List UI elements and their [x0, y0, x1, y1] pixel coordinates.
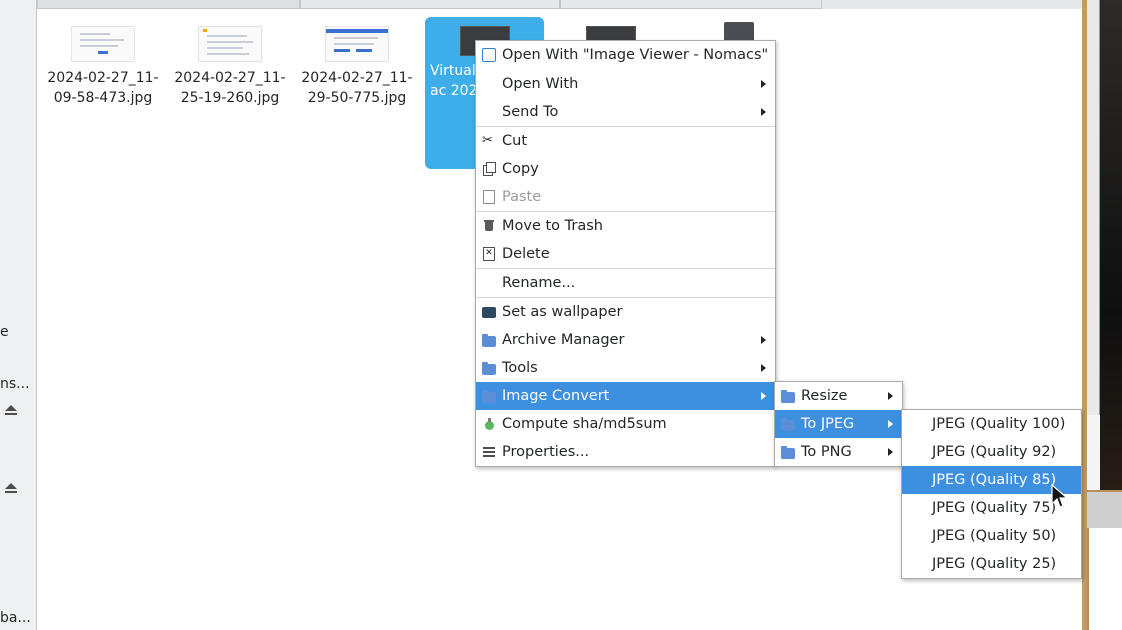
image-thumbnail — [325, 26, 389, 62]
menu-item-set-as-wallpaper[interactable]: Set as wallpaper — [476, 298, 775, 326]
menu-item-label: Paste — [502, 189, 542, 205]
menu-item-label: To JPEG — [801, 416, 855, 432]
menu-item-label: JPEG (Quality 85) — [932, 472, 1057, 488]
image-convert-submenu: Resize To JPEG To PNG — [774, 381, 903, 467]
menu-item-jpeg-quality-92[interactable]: JPEG (Quality 92) — [902, 438, 1081, 466]
menu-item-label: Tools — [502, 360, 538, 376]
menu-item-send-to[interactable]: Send To — [476, 98, 775, 126]
menu-item-compute-checksum[interactable]: Compute sha/md5sum — [476, 410, 775, 438]
file-name: 2024-02-27_11-09-58-473.jpg — [47, 70, 159, 106]
submenu-arrow-icon — [761, 108, 766, 116]
wallpaper-icon — [482, 307, 496, 318]
menu-item-copy[interactable]: Copy — [476, 155, 775, 183]
menu-item-jpeg-quality-25[interactable]: JPEG (Quality 25) — [902, 550, 1081, 578]
tab-bar — [37, 0, 1083, 9]
sidebar-item-label[interactable]: ba... — [0, 610, 31, 626]
folder-icon — [781, 390, 795, 403]
folder-icon — [482, 362, 496, 375]
menu-item-open-with[interactable]: Open With — [476, 70, 775, 98]
menu-item-label: Delete — [502, 246, 550, 262]
menu-item-label: Open With "Image Viewer - Nomacs" — [502, 47, 769, 63]
background-window — [1087, 0, 1101, 415]
menu-item-label: To PNG — [801, 444, 852, 460]
menu-item-label: Send To — [502, 104, 559, 120]
file-item[interactable]: 2024-02-27_11-29-50-775.jpg — [298, 26, 416, 108]
eject-icon[interactable] — [5, 405, 17, 416]
menu-item-label: Resize — [801, 388, 848, 404]
eject-icon[interactable] — [5, 483, 17, 494]
menu-item-image-convert[interactable]: Image Convert — [476, 382, 775, 410]
folder-icon — [781, 446, 795, 459]
mouse-cursor-icon — [1051, 484, 1069, 508]
tab[interactable] — [37, 0, 300, 9]
folder-icon — [482, 334, 496, 347]
submenu-arrow-icon — [888, 448, 893, 456]
sidebar-item-label[interactable]: e — [0, 324, 9, 340]
menu-item-label: Open With — [502, 76, 579, 92]
places-sidebar: e ns... ba... — [0, 0, 37, 630]
menu-item-paste[interactable]: Paste — [476, 183, 775, 211]
image-thumbnail — [71, 26, 135, 62]
delete-icon: ✕ — [483, 247, 495, 261]
menu-item-label: JPEG (Quality 75) — [932, 500, 1057, 516]
sidebar-item-label[interactable]: ns... — [0, 376, 30, 392]
menu-item-label: Archive Manager — [502, 332, 625, 348]
menu-item-label: JPEG (Quality 92) — [932, 444, 1057, 460]
menu-item-label: Properties... — [502, 444, 590, 460]
properties-icon — [482, 445, 496, 459]
copy-icon — [482, 162, 496, 176]
checksum-icon — [482, 417, 496, 431]
submenu-arrow-icon — [888, 420, 893, 428]
wallpaper — [1100, 0, 1122, 520]
menu-item-rename[interactable]: Rename... — [476, 269, 775, 297]
file-name: 2024-02-27_11-25-19-260.jpg — [174, 70, 286, 106]
submenu-arrow-icon — [761, 392, 766, 400]
image-thumbnail — [198, 26, 262, 62]
menu-item-move-to-trash[interactable]: Move to Trash — [476, 212, 775, 240]
nomacs-icon — [482, 48, 496, 62]
menu-item-label: Image Convert — [502, 388, 610, 404]
folder-icon — [482, 390, 496, 403]
menu-item-label: Copy — [502, 161, 539, 177]
scissors-icon: ✂ — [482, 133, 493, 148]
tab[interactable] — [560, 0, 822, 9]
menu-item-to-png[interactable]: To PNG — [775, 438, 902, 466]
menu-item-label: Rename... — [502, 275, 576, 291]
paste-icon — [483, 190, 495, 204]
menu-item-label: Set as wallpaper — [502, 304, 623, 320]
trash-icon — [482, 219, 496, 233]
menu-item-label: JPEG (Quality 50) — [932, 528, 1057, 544]
file-name: 2024-02-27_11-29-50-775.jpg — [301, 70, 413, 106]
menu-item-to-jpeg[interactable]: To JPEG — [775, 410, 902, 438]
menu-item-tools[interactable]: Tools — [476, 354, 775, 382]
menu-item-jpeg-quality-100[interactable]: JPEG (Quality 100) — [902, 410, 1081, 438]
menu-item-properties[interactable]: Properties... — [476, 438, 775, 466]
menu-item-delete[interactable]: ✕ Delete — [476, 240, 775, 268]
menu-item-archive-manager[interactable]: Archive Manager — [476, 326, 775, 354]
menu-item-open-with-nomacs[interactable]: Open With "Image Viewer - Nomacs" — [476, 41, 775, 70]
submenu-arrow-icon — [888, 392, 893, 400]
submenu-arrow-icon — [761, 80, 766, 88]
menu-item-label: Cut — [502, 133, 527, 149]
menu-item-jpeg-quality-50[interactable]: JPEG (Quality 50) — [902, 522, 1081, 550]
menu-item-label: Compute sha/md5sum — [502, 416, 667, 432]
background-window — [1087, 528, 1122, 630]
tab[interactable] — [300, 0, 560, 9]
submenu-arrow-icon — [761, 336, 766, 344]
menu-item-label: JPEG (Quality 100) — [932, 416, 1066, 432]
file-item[interactable]: 2024-02-27_11-09-58-473.jpg — [44, 26, 162, 108]
submenu-arrow-icon — [761, 364, 766, 372]
menu-item-label: Move to Trash — [502, 218, 603, 234]
folder-icon — [781, 418, 795, 431]
menu-item-resize[interactable]: Resize — [775, 382, 902, 410]
file-item[interactable]: 2024-02-27_11-25-19-260.jpg — [171, 26, 289, 108]
background-window — [1087, 490, 1122, 530]
menu-item-label: JPEG (Quality 25) — [932, 556, 1057, 572]
menu-item-cut[interactable]: ✂ Cut — [476, 127, 775, 155]
context-menu: Open With "Image Viewer - Nomacs" Open W… — [475, 40, 776, 467]
